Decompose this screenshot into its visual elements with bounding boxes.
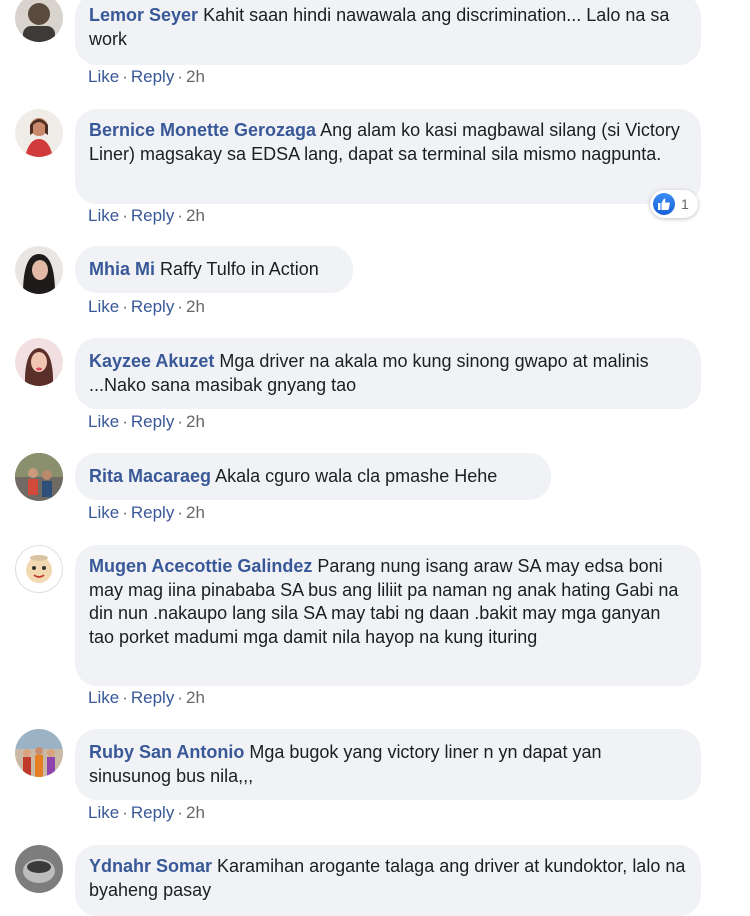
like-button[interactable]: Like	[88, 803, 119, 822]
avatar[interactable]	[15, 338, 63, 386]
reaction-badge[interactable]: 1	[650, 190, 698, 218]
separator: ·	[122, 412, 128, 431]
comment-actions: Like · Reply · 2h	[88, 412, 205, 432]
comment-text: Raffy Tulfo in Action	[160, 259, 319, 279]
reply-button[interactable]: Reply	[131, 503, 174, 522]
comment-timestamp[interactable]: 2h	[186, 688, 205, 707]
reply-button[interactable]: Reply	[131, 206, 174, 225]
comment-bubble: Mhia Mi Raffy Tulfo in Action	[75, 246, 353, 293]
comment-timestamp[interactable]: 2h	[186, 503, 205, 522]
comment-author[interactable]: Lemor Seyer	[89, 5, 198, 25]
like-button[interactable]: Like	[88, 412, 119, 431]
thumbs-up-icon	[653, 193, 675, 215]
comment-bubble: Ruby San Antonio Mga bugok yang victory …	[75, 729, 701, 800]
comment-actions: Like · Reply · 2h	[88, 803, 205, 823]
comment-actions: Like · Reply · 2h	[88, 297, 205, 317]
comment-actions: Like · Reply · 2h	[88, 206, 205, 226]
separator: ·	[177, 206, 183, 225]
separator: ·	[177, 688, 183, 707]
separator: ·	[122, 688, 128, 707]
avatar[interactable]	[15, 109, 63, 157]
separator: ·	[122, 503, 128, 522]
comment-actions: Like · Reply · 2h	[88, 688, 205, 708]
comment-bubble: Ydnahr Somar Karamihan arogante talaga a…	[75, 845, 701, 916]
avatar[interactable]	[15, 545, 63, 593]
separator: ·	[177, 503, 183, 522]
separator: ·	[122, 67, 128, 86]
comment-timestamp[interactable]: 2h	[186, 803, 205, 822]
comment-author[interactable]: Kayzee Akuzet	[89, 351, 214, 371]
comment-author[interactable]: Mhia Mi	[89, 259, 155, 279]
comment-timestamp[interactable]: 2h	[186, 412, 205, 431]
comment-author[interactable]: Ydnahr Somar	[89, 856, 212, 876]
comment-actions: Like · Reply · 2h	[88, 503, 205, 523]
separator: ·	[177, 803, 183, 822]
comment-author[interactable]: Ruby San Antonio	[89, 742, 244, 762]
reply-button[interactable]: Reply	[131, 688, 174, 707]
separator: ·	[177, 412, 183, 431]
separator: ·	[177, 297, 183, 316]
avatar[interactable]	[15, 246, 63, 294]
like-button[interactable]: Like	[88, 297, 119, 316]
separator: ·	[122, 297, 128, 316]
like-button[interactable]: Like	[88, 206, 119, 225]
like-button[interactable]: Like	[88, 688, 119, 707]
comment-actions: Like · Reply · 2h	[88, 67, 205, 87]
reply-button[interactable]: Reply	[131, 297, 174, 316]
comment-timestamp[interactable]: 2h	[186, 206, 205, 225]
comment-author[interactable]: Bernice Monette Gerozaga	[89, 120, 316, 140]
avatar[interactable]	[15, 729, 63, 777]
comment-author[interactable]: Mugen Acecottie Galindez	[89, 556, 312, 576]
reaction-count: 1	[681, 196, 689, 212]
comment-bubble: Bernice Monette Gerozaga Ang alam ko kas…	[75, 109, 701, 204]
like-button[interactable]: Like	[88, 67, 119, 86]
comment-bubble: Kayzee Akuzet Mga driver na akala mo kun…	[75, 338, 701, 409]
avatar[interactable]	[15, 0, 63, 42]
separator: ·	[177, 67, 183, 86]
reply-button[interactable]: Reply	[131, 67, 174, 86]
like-button[interactable]: Like	[88, 503, 119, 522]
comment-text: Akala cguro wala cla pmashe Hehe	[215, 466, 498, 486]
reply-button[interactable]: Reply	[131, 412, 174, 431]
avatar[interactable]	[15, 453, 63, 501]
comment-bubble: Mugen Acecottie Galindez Parang nung isa…	[75, 545, 701, 686]
reply-button[interactable]: Reply	[131, 803, 174, 822]
comment-author[interactable]: Rita Macaraeg	[89, 466, 211, 486]
comment-bubble: Rita Macaraeg Akala cguro wala cla pmash…	[75, 453, 551, 500]
comment-timestamp[interactable]: 2h	[186, 297, 205, 316]
comment-bubble: Lemor Seyer Kahit saan hindi nawawala an…	[75, 0, 701, 65]
separator: ·	[122, 803, 128, 822]
separator: ·	[122, 206, 128, 225]
avatar[interactable]	[15, 845, 63, 893]
comment-timestamp[interactable]: 2h	[186, 67, 205, 86]
